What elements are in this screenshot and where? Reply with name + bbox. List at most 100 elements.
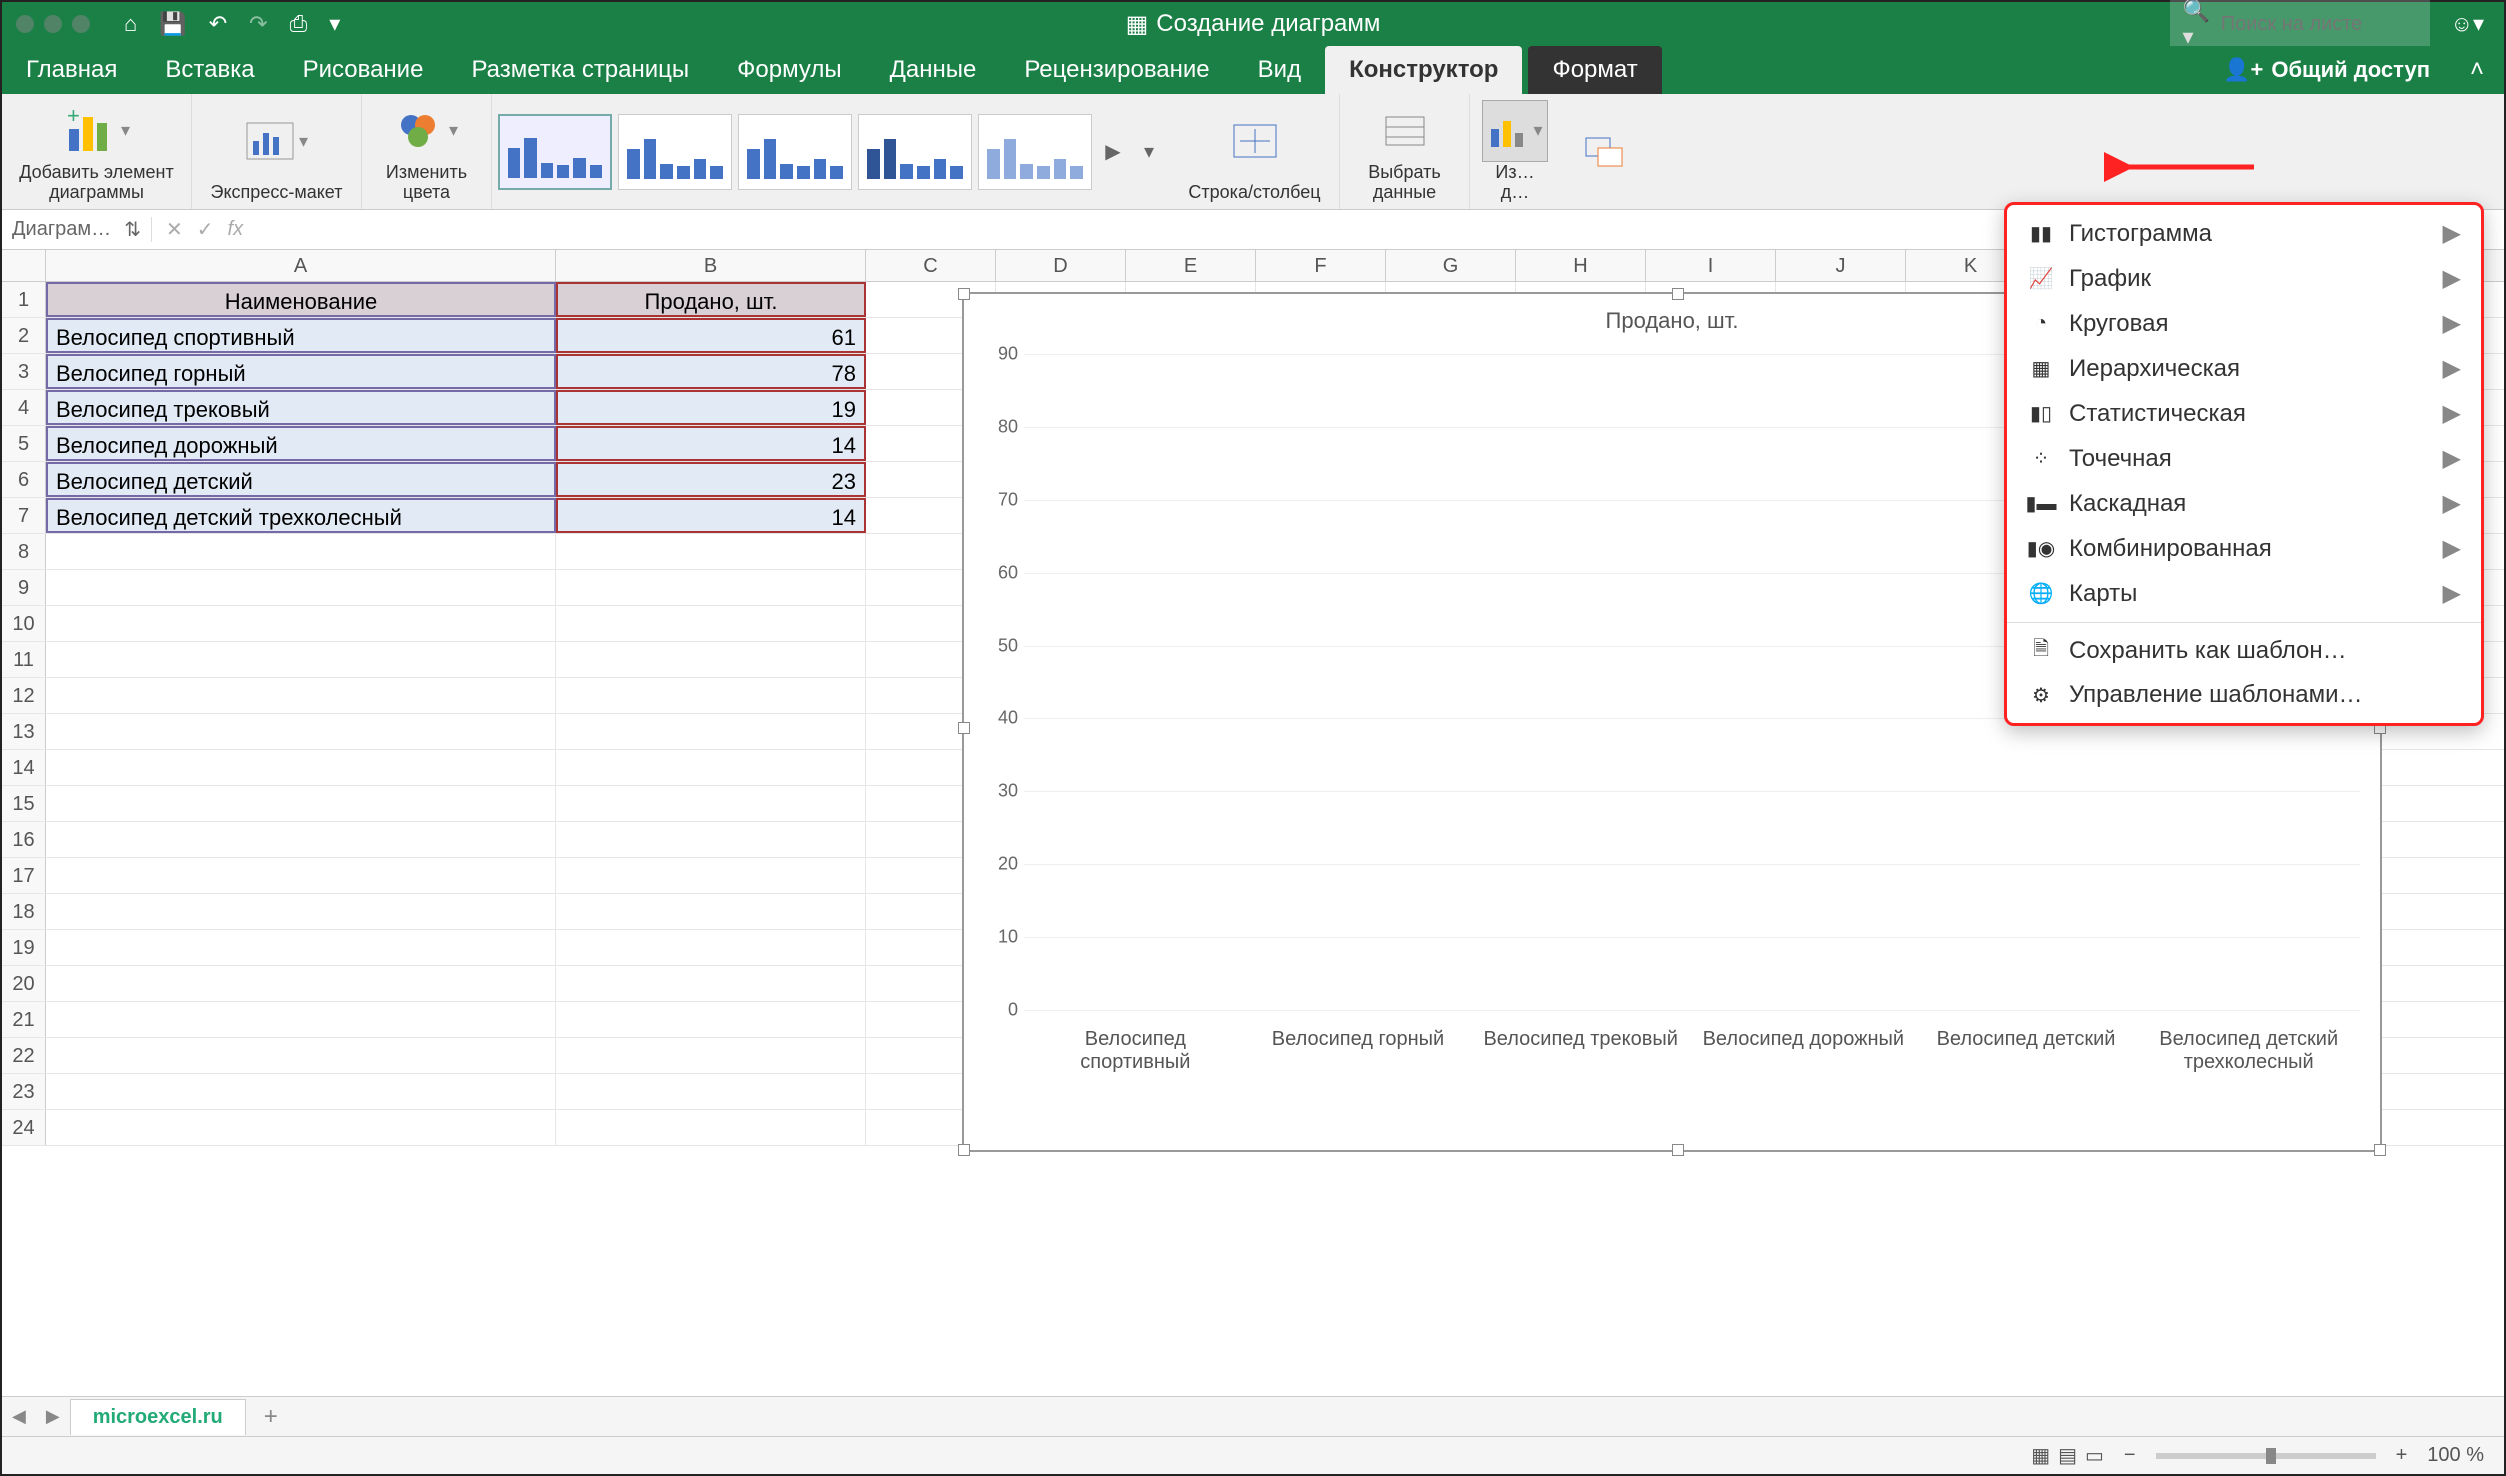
zoom-out-button[interactable]: − <box>2124 1444 2136 1467</box>
cell[interactable] <box>556 678 866 713</box>
styles-next-button[interactable]: ▶ <box>1098 114 1128 190</box>
row-header[interactable]: 4 <box>2 390 46 425</box>
sheet-nav-prev[interactable]: ◀ <box>2 1406 36 1427</box>
column-header-F[interactable]: F <box>1256 250 1386 281</box>
save-icon[interactable]: 💾 <box>159 11 186 37</box>
column-header-E[interactable]: E <box>1126 250 1256 281</box>
row-header[interactable]: 13 <box>2 714 46 749</box>
add-chart-element-button[interactable]: +▾ Добавить элемент диаграммы <box>2 94 192 209</box>
accept-formula-icon[interactable]: ✓ <box>197 217 214 242</box>
tab-review[interactable]: Рецензирование <box>1000 46 1233 94</box>
page-layout-view-icon[interactable]: ▤ <box>2058 1443 2077 1468</box>
search-box[interactable]: 🔍▾ <box>2170 0 2430 52</box>
user-smiley-icon[interactable]: ☺▾ <box>2450 11 2484 37</box>
row-header[interactable]: 6 <box>2 462 46 497</box>
chart-handle-se[interactable] <box>2374 1144 2386 1156</box>
chart-handle-w[interactable] <box>958 722 970 734</box>
row-header[interactable]: 16 <box>2 822 46 857</box>
cell[interactable] <box>556 714 866 749</box>
cell[interactable] <box>46 1074 556 1109</box>
menu-item[interactable]: ⚙Управление шаблонами… <box>2007 673 2481 717</box>
menu-item[interactable]: ▮▯Статистическая▶ <box>2007 391 2481 436</box>
row-header[interactable]: 11 <box>2 642 46 677</box>
row-header[interactable]: 19 <box>2 930 46 965</box>
cell[interactable] <box>556 858 866 893</box>
close-window-btn[interactable] <box>16 15 34 33</box>
column-header-H[interactable]: H <box>1516 250 1646 281</box>
row-header[interactable]: 18 <box>2 894 46 929</box>
namebox-dropdown-icon[interactable]: ⇅ <box>124 217 141 242</box>
cell[interactable] <box>556 642 866 677</box>
zoom-in-button[interactable]: + <box>2396 1444 2408 1467</box>
tab-home[interactable]: Главная <box>2 46 141 94</box>
style-thumb-2[interactable] <box>618 114 732 190</box>
menu-item[interactable]: ▮▬Каскадная▶ <box>2007 481 2481 526</box>
menu-item[interactable]: ⁘Точечная▶ <box>2007 436 2481 481</box>
row-header[interactable]: 5 <box>2 426 46 461</box>
cell[interactable] <box>556 786 866 821</box>
cell[interactable]: 19 <box>556 390 866 425</box>
cell[interactable] <box>46 570 556 605</box>
search-input[interactable] <box>2221 13 2419 36</box>
cell[interactable] <box>46 930 556 965</box>
menu-item[interactable]: ▮◉Комбинированная▶ <box>2007 526 2481 571</box>
name-box[interactable]: Диаграм… ⇅ <box>2 217 152 242</box>
tab-view[interactable]: Вид <box>1234 46 1325 94</box>
menu-item[interactable]: ▮▮Гистограмма▶ <box>2007 211 2481 256</box>
change-chart-type-button[interactable]: ▾ Из… д… <box>1470 94 1560 209</box>
menu-item[interactable]: 🗎Сохранить как шаблон… <box>2007 629 2481 673</box>
column-header-D[interactable]: D <box>996 250 1126 281</box>
column-header-B[interactable]: B <box>556 250 866 281</box>
row-header[interactable]: 1 <box>2 282 46 317</box>
cell[interactable] <box>46 606 556 641</box>
sheet-nav-next[interactable]: ▶ <box>36 1406 70 1427</box>
menu-item[interactable]: ▦Иерархическая▶ <box>2007 346 2481 391</box>
qat-overflow-icon[interactable]: ▾ <box>329 11 340 37</box>
styles-more-button[interactable]: ▾ <box>1134 114 1164 190</box>
cell[interactable] <box>46 822 556 857</box>
express-layout-button[interactable]: ▾ Экспресс-макет <box>192 94 362 209</box>
style-thumb-3[interactable] <box>738 114 852 190</box>
row-header[interactable]: 10 <box>2 606 46 641</box>
cell[interactable] <box>46 642 556 677</box>
cell[interactable]: Велосипед трековый <box>46 390 556 425</box>
menu-item[interactable]: 🌐Карты▶ <box>2007 571 2481 616</box>
select-all-corner[interactable] <box>2 250 46 281</box>
undo-icon[interactable]: ↶ <box>209 11 227 37</box>
select-data-button[interactable]: Выбрать данные <box>1340 94 1470 209</box>
minimize-window-btn[interactable] <box>44 15 62 33</box>
cancel-formula-icon[interactable]: ✕ <box>166 217 183 242</box>
tab-constructor[interactable]: Конструктор <box>1325 46 1522 94</box>
cell[interactable]: 61 <box>556 318 866 353</box>
row-header[interactable]: 23 <box>2 1074 46 1109</box>
cell[interactable] <box>46 1002 556 1037</box>
maximize-window-btn[interactable] <box>72 15 90 33</box>
sheet-tab[interactable]: microexcel.ru <box>70 1399 246 1435</box>
row-header[interactable]: 2 <box>2 318 46 353</box>
row-header[interactable]: 7 <box>2 498 46 533</box>
share-button[interactable]: 👤+ Общий доступ <box>2203 46 2450 94</box>
cell[interactable]: 14 <box>556 426 866 461</box>
tab-insert[interactable]: Вставка <box>141 46 278 94</box>
cell[interactable] <box>556 570 866 605</box>
cell[interactable]: Велосипед горный <box>46 354 556 389</box>
tab-format[interactable]: Формат <box>1528 46 1661 94</box>
collapse-ribbon-button[interactable]: ˄ <box>2450 46 2504 94</box>
row-header[interactable]: 15 <box>2 786 46 821</box>
cell[interactable] <box>556 750 866 785</box>
normal-view-icon[interactable]: ▦ <box>2031 1443 2050 1468</box>
row-header[interactable]: 3 <box>2 354 46 389</box>
cell[interactable] <box>556 966 866 1001</box>
add-sheet-button[interactable]: + <box>246 1403 296 1431</box>
cell[interactable] <box>556 606 866 641</box>
change-colors-button[interactable]: ▾ Изменить цвета <box>362 94 492 209</box>
cell[interactable] <box>556 1110 866 1145</box>
cell[interactable] <box>46 966 556 1001</box>
move-chart-button[interactable] <box>1560 94 1650 209</box>
tab-draw[interactable]: Рисование <box>279 46 448 94</box>
redo-icon[interactable]: ↷ <box>249 11 267 37</box>
page-break-view-icon[interactable]: ▭ <box>2085 1443 2104 1468</box>
row-header[interactable]: 20 <box>2 966 46 1001</box>
chart-handle-sw[interactable] <box>958 1144 970 1156</box>
cell[interactable]: Велосипед детский трехколесный <box>46 498 556 533</box>
